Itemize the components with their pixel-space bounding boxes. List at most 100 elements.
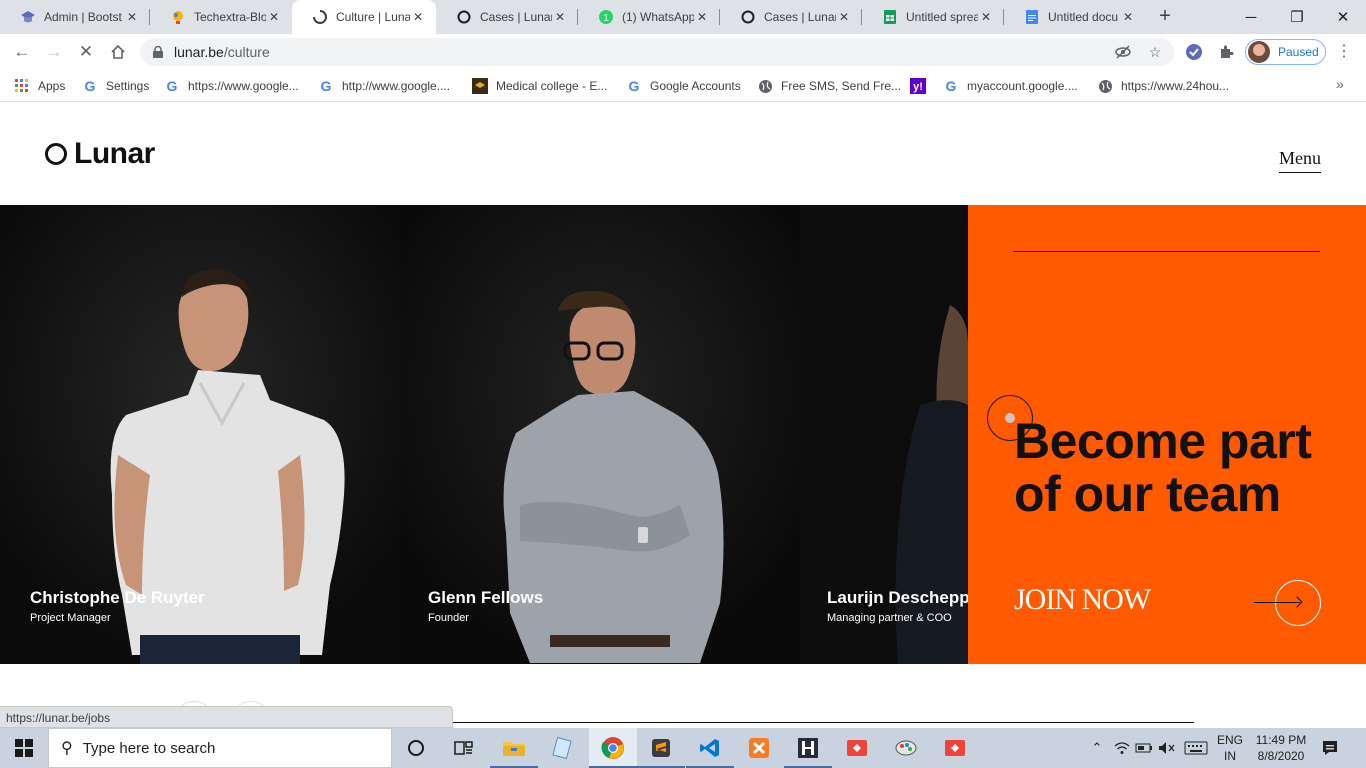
tracking-blocked-icon[interactable] (1115, 44, 1131, 60)
back-button[interactable]: ← (10, 40, 34, 64)
tab-cases-lunar[interactable]: Cases | Lunar ✕ (436, 0, 578, 34)
battery-icon[interactable] (1134, 728, 1154, 768)
tab-culture-lunar[interactable]: Culture | Lunar ✕ (292, 0, 436, 34)
sublime-text-icon[interactable] (637, 728, 685, 768)
chrome-app-icon[interactable] (589, 728, 637, 768)
bookmark-myaccount-google[interactable]: G myaccount.google.... (943, 76, 1078, 96)
lunar-icon (456, 9, 472, 25)
tab-untitled-document[interactable]: Untitled docu ✕ (1004, 0, 1146, 34)
profile-paused-button[interactable]: Paused (1245, 39, 1326, 65)
language-indicator[interactable]: ENG IN (1214, 732, 1246, 764)
google-sheets-icon (882, 9, 898, 25)
tab-admin[interactable]: Admin | Bootst ✕ (0, 0, 150, 34)
close-tab-icon[interactable]: ✕ (694, 9, 710, 25)
join-now-link[interactable]: JOIN NOW (1014, 583, 1151, 617)
cta-heading: Become part of our team (1014, 413, 1312, 522)
globe-icon (757, 78, 773, 94)
close-tab-icon[interactable]: ✕ (1120, 9, 1136, 25)
bookmark-24hours[interactable]: https://www.24hou... (1097, 76, 1229, 96)
svg-text:1: 1 (603, 13, 609, 24)
close-tab-icon[interactable]: ✕ (836, 9, 852, 25)
team-member-role: Managing partner & COO (827, 612, 952, 624)
browser-tab-strip: Admin | Bootst ✕ Techextra-Blog ✕ Cultur… (0, 0, 1366, 34)
close-window-button[interactable]: ✕ (1320, 0, 1366, 34)
minimize-button[interactable]: ─ (1228, 0, 1274, 34)
show-hidden-icons[interactable]: ⌃ (1088, 728, 1106, 768)
avatar (1248, 41, 1270, 63)
join-team-panel[interactable]: Become part of our team JOIN NOW (968, 205, 1366, 664)
lunar-icon (740, 9, 756, 25)
close-tab-icon[interactable]: ✕ (978, 9, 994, 25)
stop-loading-button[interactable]: ✕ (74, 40, 98, 64)
bookmark-google-https[interactable]: G https://www.google... (164, 76, 299, 96)
tab-techextra[interactable]: Techextra-Blog ✕ (150, 0, 292, 34)
home-button[interactable] (106, 40, 130, 64)
lunar-logo[interactable]: Lunar (45, 137, 155, 171)
divider-line (1013, 251, 1320, 252)
hyper-app-icon[interactable] (784, 728, 832, 768)
lock-icon (152, 45, 164, 58)
wifi-icon[interactable] (1112, 728, 1132, 768)
volume-muted-icon[interactable] (1157, 728, 1177, 768)
anydesk-icon[interactable] (931, 728, 979, 768)
bookmark-google-accounts[interactable]: G Google Accounts (626, 76, 741, 96)
menu-link[interactable]: Menu (1279, 148, 1321, 173)
forward-button[interactable]: → (42, 40, 66, 64)
taskbar-search-box[interactable]: ⚲ Type here to search (48, 728, 392, 768)
bookmark-free-sms[interactable]: Free SMS, Send Fre... (757, 76, 901, 96)
chrome-menu-icon[interactable]: ⋮ (1336, 42, 1352, 62)
search-icon: ⚲ (61, 740, 73, 757)
system-clock[interactable]: 11:49 PM 8/8/2020 (1246, 732, 1316, 764)
bookmark-google-http[interactable]: G http://www.google.... (318, 76, 451, 96)
google-icon: G (166, 78, 178, 94)
extension-check-icon[interactable] (1184, 42, 1204, 62)
bookmark-star-icon[interactable]: ☆ (1147, 44, 1163, 60)
bookmark-yahoo[interactable]: y! (910, 76, 934, 96)
google-icon: G (320, 78, 332, 94)
web-page: Lunar Menu Christophe De Ruyter Project … (0, 103, 1366, 725)
paint-app-icon[interactable] (882, 728, 930, 768)
tab-whatsapp[interactable]: 1 (1) WhatsApp ✕ (578, 0, 720, 34)
tab-cases-lunar-2[interactable]: Cases | Lunar ✕ (720, 0, 862, 34)
team-member-name: Christophe De Ruyter (30, 588, 205, 607)
xampp-icon[interactable] (735, 728, 783, 768)
notepad-app-icon[interactable] (538, 728, 586, 768)
bookmark-apps[interactable]: Apps (14, 76, 65, 96)
browser-toolbar: ← → ✕ lunar.be/culture ☆ Paused ⋮ (0, 34, 1366, 70)
bookmark-settings[interactable]: G Settings (82, 76, 150, 96)
tab-untitled-spreadsheet[interactable]: Untitled sprea ✕ (862, 0, 1004, 34)
status-bar-url: https://lunar.be/jobs (0, 706, 453, 728)
svg-text:y!: y! (913, 81, 923, 93)
team-member-role: Project Manager (30, 612, 111, 624)
cortana-icon[interactable] (392, 728, 440, 768)
globe-icon (1097, 78, 1113, 94)
close-tab-icon[interactable]: ✕ (552, 9, 568, 25)
whatsapp-icon: 1 (598, 9, 614, 25)
new-tab-button[interactable]: + (1154, 6, 1176, 28)
vscode-icon[interactable] (686, 728, 734, 768)
close-tab-icon[interactable]: ✕ (124, 9, 140, 25)
google-docs-icon (1024, 9, 1040, 25)
google-icon: G (84, 78, 96, 94)
bookmark-medical-college[interactable]: Medical college - E... (472, 76, 607, 96)
address-bar[interactable]: lunar.be/culture ☆ (140, 38, 1174, 66)
windows-start-button[interactable] (0, 728, 48, 768)
close-tab-icon[interactable]: ✕ (266, 9, 282, 25)
team-member-name: Laurijn Deschepp (827, 588, 968, 607)
restore-button[interactable]: ❐ (1274, 0, 1320, 34)
windows-taskbar: ⚲ Type here to search ⌃ ENG IN 11:49 PM 8/… (0, 728, 1366, 768)
task-view-icon[interactable] (440, 728, 488, 768)
yahoo-icon: y! (910, 78, 926, 94)
lunar-loading-icon (312, 9, 328, 25)
address-path: /culture (223, 44, 270, 60)
lightbulb-icon (170, 9, 186, 25)
notification-center-icon[interactable] (1320, 738, 1340, 758)
team-member-name: Glenn Fellows (428, 588, 544, 607)
apps-grid-icon (14, 78, 30, 94)
file-explorer-icon[interactable] (490, 728, 538, 768)
more-bookmarks-icon[interactable]: » (1336, 76, 1344, 92)
extensions-puzzle-icon[interactable] (1216, 42, 1236, 62)
keyboard-icon[interactable] (1182, 728, 1210, 768)
anydesk-icon[interactable] (833, 728, 881, 768)
close-tab-icon[interactable]: ✕ (410, 9, 426, 25)
